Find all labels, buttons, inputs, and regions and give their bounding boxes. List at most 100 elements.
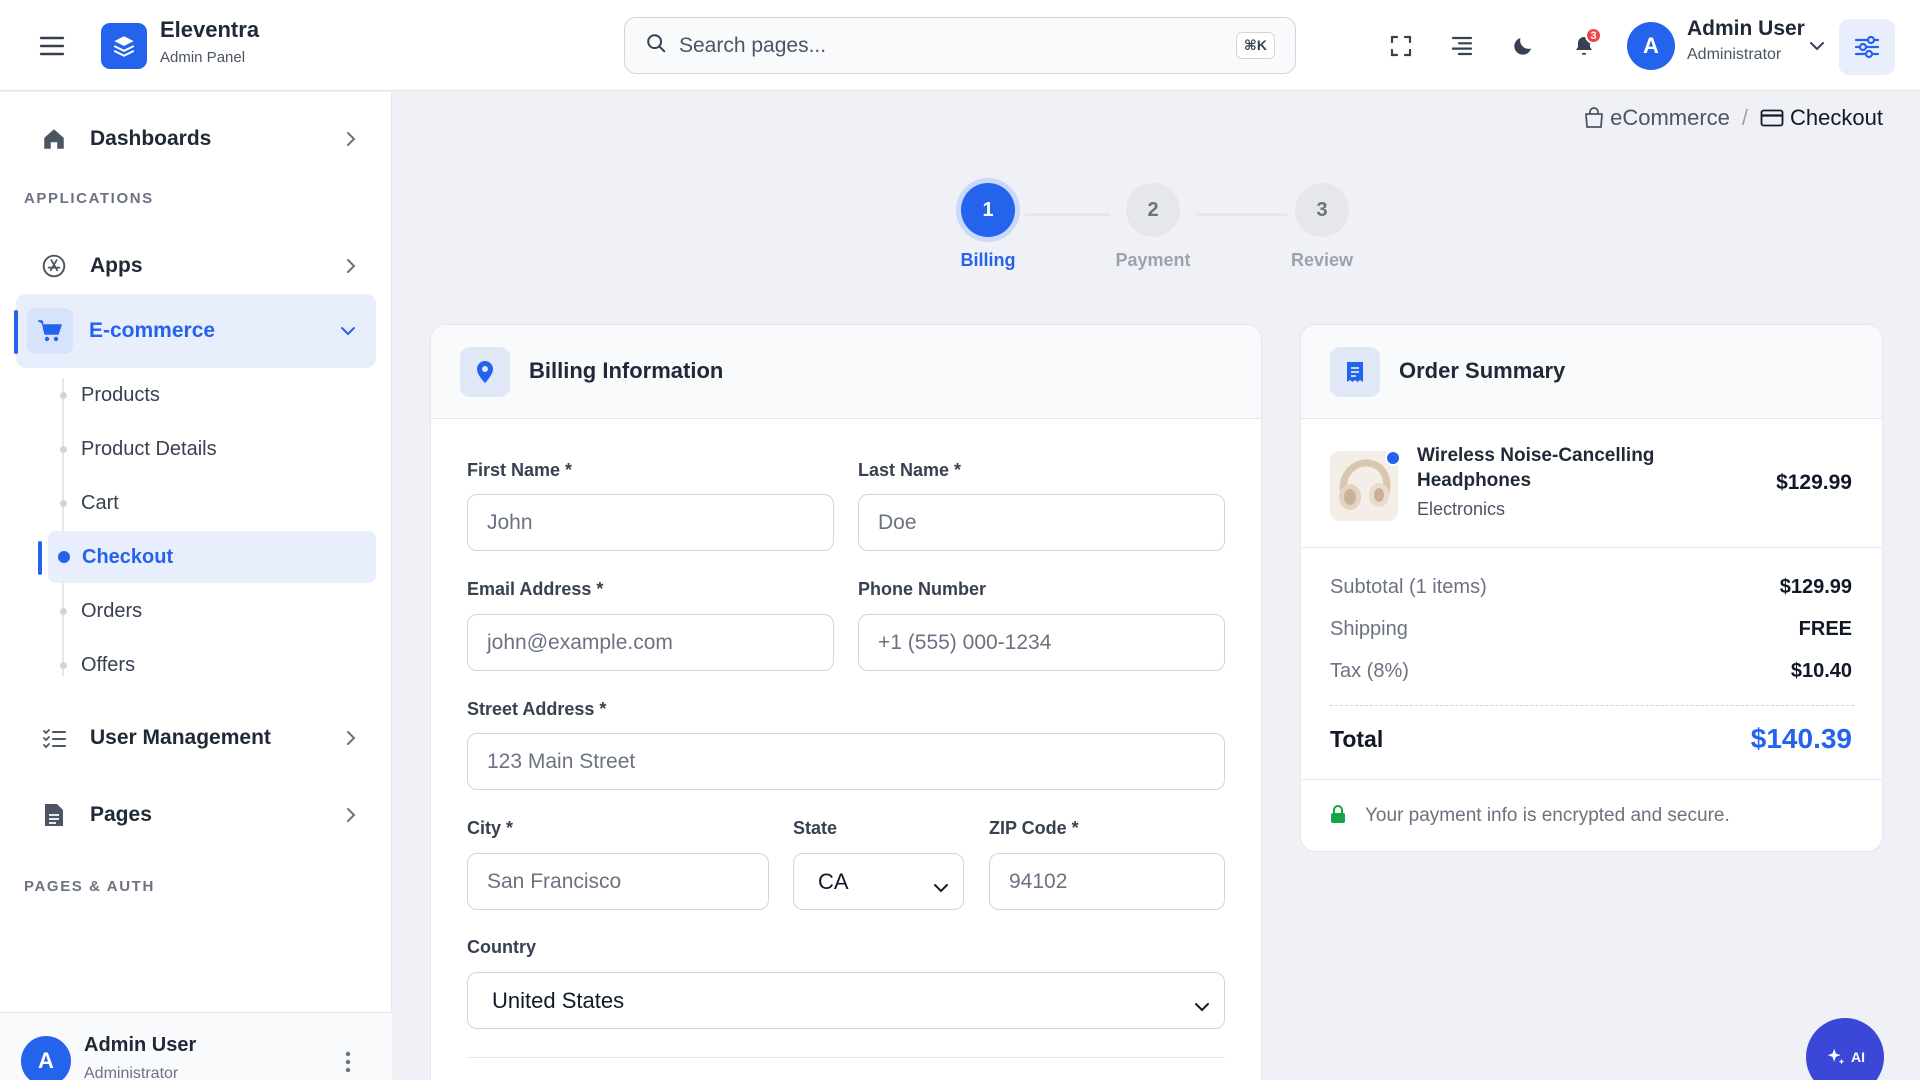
logo-icon[interactable] <box>101 23 147 69</box>
user-menu-chevron-icon[interactable] <box>1809 39 1825 57</box>
bullet-dot <box>60 499 67 507</box>
header-avatar[interactable]: A <box>1627 22 1675 70</box>
breadcrumb-parent-label[interactable]: eCommerce <box>1610 105 1730 131</box>
sidebar-avatar[interactable]: A <box>21 1036 71 1080</box>
breadcrumb-current: Checkout <box>1760 105 1883 131</box>
notifications-button[interactable]: 3 <box>1566 27 1602 64</box>
order-summary-title: Order Summary <box>1399 358 1566 383</box>
more-vertical-icon[interactable] <box>334 1047 362 1077</box>
breadcrumb-parent[interactable]: eCommerce <box>1584 105 1730 131</box>
state-select-value: CA <box>818 868 849 894</box>
file-icon <box>34 802 74 828</box>
last-name-label: Last Name * <box>858 460 962 480</box>
sidebar-item-dashboards[interactable]: Dashboards <box>16 109 376 169</box>
shipping-label: Shipping <box>1330 618 1408 640</box>
fullscreen-icon[interactable] <box>1383 28 1419 64</box>
list-check-icon <box>34 726 74 750</box>
subtotal-value: $129.99 <box>1779 576 1852 598</box>
step-2-circle[interactable]: 2 <box>1126 183 1180 237</box>
sidebar-subitem-products[interactable]: Products <box>48 369 376 421</box>
tax-value: $10.40 <box>1790 660 1852 682</box>
summary-divider <box>1301 547 1882 548</box>
app-store-icon <box>34 253 74 279</box>
phone-field[interactable]: +1 (555) 000-1234 <box>858 614 1225 671</box>
sidebar-item-label: User Management <box>90 726 271 749</box>
sidebar-subitem-cart[interactable]: Cart <box>48 477 376 529</box>
ai-assistant-button[interactable]: AI <box>1806 1018 1884 1080</box>
zip-field[interactable]: 94102 <box>989 853 1225 910</box>
step-2-label: Payment <box>1115 250 1191 270</box>
city-label: City * <box>467 818 514 838</box>
sidebar-item-user-management[interactable]: User Management <box>16 708 376 768</box>
search-input[interactable]: Search pages... ⌘K <box>624 17 1296 74</box>
receipt-icon <box>1330 347 1380 397</box>
cart-icon-box <box>27 308 73 354</box>
product-category: Electronics <box>1417 499 1506 519</box>
chevron-down-icon <box>1194 993 1210 1019</box>
map-pin-icon <box>460 347 510 397</box>
secure-divider <box>1301 779 1882 780</box>
sidebar-item-pages[interactable]: Pages <box>16 785 376 845</box>
lock-icon <box>1330 804 1346 829</box>
customizer-button[interactable] <box>1839 19 1895 75</box>
item-quantity-dot <box>1385 450 1401 466</box>
sidebar-item-label: E-commerce <box>89 319 216 342</box>
sidebar-item-label: Pages <box>90 803 152 826</box>
cart-icon <box>27 308 73 354</box>
first-name-field[interactable]: John <box>467 494 834 551</box>
product-name: Wireless Noise-Cancelling Headphones <box>1417 445 1655 491</box>
email-field[interactable]: john@example.com <box>467 614 834 671</box>
zip-label: ZIP Code * <box>989 818 1079 838</box>
last-name-field[interactable]: Doe <box>858 494 1225 551</box>
city-field[interactable]: San Francisco <box>467 853 769 910</box>
billing-card-header: Billing Information <box>431 325 1261 419</box>
sidebar-subitem-orders[interactable]: Orders <box>48 585 376 637</box>
order-summary-header: Order Summary <box>1301 325 1882 419</box>
sidebar-subitem-checkout[interactable]: Checkout <box>48 531 376 583</box>
sliders-icon <box>1854 35 1880 59</box>
total-label: Total <box>1330 726 1384 752</box>
step-3-circle[interactable]: 3 <box>1295 183 1349 237</box>
stepper-connector <box>1196 213 1287 216</box>
country-select-value: United States <box>492 987 625 1013</box>
sidebar: Dashboards APPLICATIONS Apps E-commerce … <box>0 92 392 1080</box>
align-right-icon[interactable] <box>1444 28 1480 64</box>
stepper-connector <box>1025 213 1110 216</box>
subitem-label: Products <box>81 383 160 406</box>
sidebar-subitem-offers[interactable]: Offers <box>48 639 376 691</box>
notification-badge: 3 <box>1585 27 1602 44</box>
credit-card-icon <box>1760 109 1784 127</box>
state-select[interactable]: CA <box>793 853 964 910</box>
street-field[interactable]: 123 Main Street <box>467 733 1225 790</box>
dark-mode-icon[interactable] <box>1505 28 1541 64</box>
secure-note: Your payment info is encrypted and secur… <box>1365 805 1730 826</box>
brand-subtitle: Admin Panel <box>160 49 246 66</box>
order-summary-card: Order Summary Wireless Noise-Cancelling … <box>1300 324 1883 852</box>
first-name-label: First Name * <box>467 460 573 480</box>
shipping-value: FREE <box>1798 618 1852 640</box>
sidebar-user-name: Admin User <box>84 1034 197 1056</box>
bullet-dot <box>60 607 67 615</box>
step-1-label: Billing <box>960 250 1016 270</box>
step-1-circle[interactable]: 1 <box>961 183 1015 237</box>
total-divider <box>1330 705 1854 706</box>
chevron-right-icon <box>346 131 356 147</box>
bullet-dot <box>60 661 67 669</box>
breadcrumb-current-label: Checkout <box>1790 105 1883 130</box>
tax-label: Tax (8%) <box>1330 660 1409 682</box>
subitem-label: Orders <box>81 599 143 622</box>
sidebar-item-apps[interactable]: Apps <box>16 236 376 296</box>
country-select[interactable]: United States <box>467 972 1225 1029</box>
ai-button-label: AI <box>1851 1049 1865 1065</box>
menu-toggle-icon[interactable] <box>36 30 68 62</box>
sidebar-subitem-product-details[interactable]: Product Details <box>48 423 376 475</box>
header-user-name[interactable]: Admin User <box>1687 17 1805 41</box>
submenu-active-indicator <box>38 541 42 575</box>
search-shortcut: ⌘K <box>1235 32 1275 59</box>
sidebar-item-ecommerce[interactable]: E-commerce <box>16 294 376 368</box>
chevron-right-icon <box>346 807 356 823</box>
subitem-label: Checkout <box>82 545 174 568</box>
search-placeholder: Search pages... <box>679 33 827 57</box>
sidebar-user-card: A Admin User Administrator <box>0 1012 392 1080</box>
email-label: Email Address * <box>467 579 604 599</box>
